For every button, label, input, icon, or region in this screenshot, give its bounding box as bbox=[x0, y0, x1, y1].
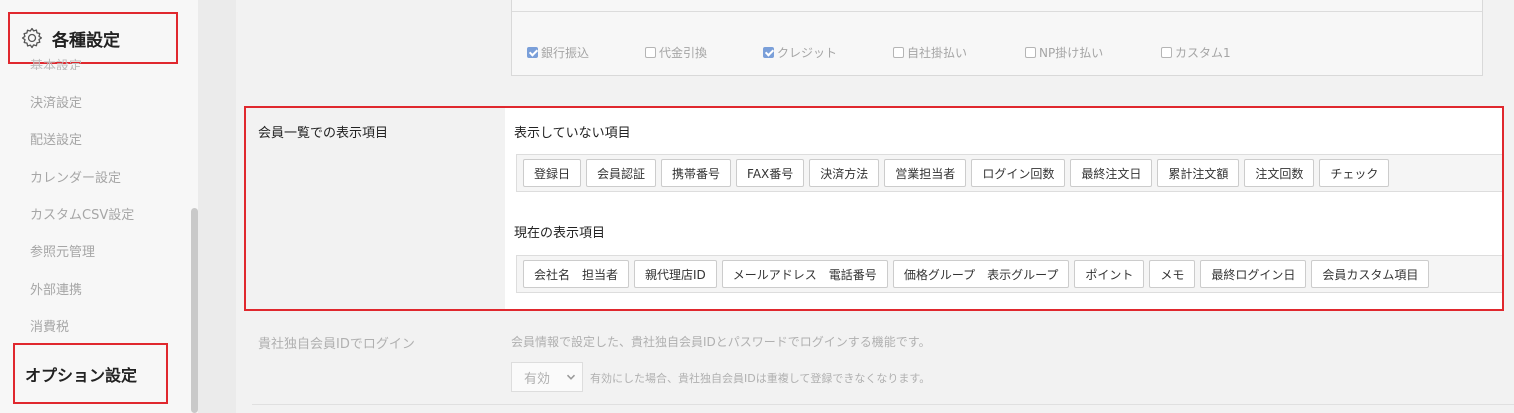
payment-method-checkbox[interactable] bbox=[1025, 47, 1036, 58]
payment-method-option[interactable]: クレジット bbox=[763, 44, 837, 61]
custom-id-login-description: 会員情報で設定した、貴社独自会員IDとパスワードでログインする機能です。 bbox=[511, 335, 931, 349]
payment-method-option[interactable]: 銀行振込 bbox=[527, 44, 589, 61]
hidden-item-tag[interactable]: 累計注文額 bbox=[1157, 159, 1240, 187]
sidebar-item[interactable]: 配送設定 bbox=[30, 129, 82, 148]
hidden-item-tag[interactable]: 携帯番号 bbox=[661, 159, 732, 187]
shown-item-tag[interactable]: 会員カスタム項目 bbox=[1311, 260, 1430, 288]
hidden-items-title: 表示していない項目 bbox=[514, 126, 631, 141]
settings-section-title: 各種設定 bbox=[52, 30, 120, 51]
divider bbox=[512, 11, 1482, 12]
sidebar: 各種設定 基本設定 決済設定配送設定カレンダー設定 カスタムCSV設定 参照元管理外… bbox=[0, 0, 198, 413]
shown-items-box: 会社名 担当者 親代理店ID メールアドレス 電話番号 価格グループ 表示グループ ポイ… bbox=[516, 255, 1502, 293]
hidden-items-box: 登録日 会員認証 携帯番号 FAX番号 決済方法 営業担当者 ログイン回数 最終注文日 累計注文… bbox=[516, 154, 1502, 192]
sidebar-item[interactable]: 外部連携 bbox=[30, 279, 82, 298]
shown-items-title: 現在の表示項目 bbox=[514, 226, 606, 241]
shown-item-tag[interactable]: ポイント bbox=[1074, 260, 1145, 288]
divider bbox=[252, 404, 1514, 405]
payment-method-option[interactable]: 代金引換 bbox=[645, 44, 707, 61]
shown-item-tag[interactable]: メモ bbox=[1149, 260, 1196, 288]
shown-item-tag[interactable]: メールアドレス 電話番号 bbox=[721, 260, 888, 288]
option-settings-header[interactable]: オプション設定 bbox=[13, 343, 168, 404]
payment-method-option[interactable]: 自社掛払い bbox=[893, 44, 967, 61]
shown-item-tag[interactable]: 最終ログイン日 bbox=[1200, 260, 1307, 288]
custom-id-login-note: 有効にした場合、貴社独自会員IDは重複して登録できなくなります。 bbox=[590, 372, 931, 385]
payment-methods-box bbox=[511, 0, 1483, 76]
sidebar-item[interactable]: 参照元管理 bbox=[30, 241, 95, 260]
shown-item-tag[interactable]: 価格グループ 表示グループ bbox=[892, 260, 1070, 288]
sidebar-scrollbar[interactable] bbox=[191, 208, 198, 413]
sidebar-item-basic[interactable]: 基本設定 bbox=[30, 56, 82, 70]
payment-method-label: NP掛け払い bbox=[1039, 46, 1104, 60]
sidebar-item[interactable]: カスタムCSV設定 bbox=[30, 204, 134, 223]
custom-id-login-select[interactable]: 有効 bbox=[511, 362, 583, 392]
hidden-item-tag[interactable]: 決済方法 bbox=[809, 159, 880, 187]
payment-method-checkbox[interactable] bbox=[1161, 47, 1172, 58]
hidden-item-tag[interactable]: チェック bbox=[1319, 159, 1390, 187]
shown-item-tag[interactable]: 親代理店ID bbox=[634, 260, 717, 288]
payment-method-label: 代金引換 bbox=[659, 46, 708, 60]
hidden-item-tag[interactable]: FAX番号 bbox=[736, 159, 805, 187]
content-gutter bbox=[198, 0, 236, 413]
member-list-settings: 表示していない項目 登録日 会員認証 携帯番号 FAX番号 決済方法 営業担当者 ログイン回… bbox=[505, 108, 1502, 309]
sidebar-item[interactable]: 消費税 bbox=[30, 316, 69, 335]
payment-method-label: 銀行振込 bbox=[541, 46, 590, 60]
payment-method-label: 自社掛払い bbox=[907, 46, 968, 60]
shown-item-tag[interactable]: 会社名 担当者 bbox=[523, 260, 630, 288]
member-list-label: 会員一覧での表示項目 bbox=[258, 126, 389, 141]
custom-id-login-label: 貴社独自会員IDでログイン bbox=[258, 337, 415, 352]
payment-method-option[interactable]: カスタム1 bbox=[1161, 44, 1231, 61]
hidden-item-tag[interactable]: 登録日 bbox=[523, 159, 582, 187]
payment-method-checkbox[interactable] bbox=[645, 47, 656, 58]
hidden-item-tag[interactable]: ログイン回数 bbox=[971, 159, 1066, 187]
payment-method-label: カスタム1 bbox=[1175, 46, 1231, 60]
hidden-item-tag[interactable]: 注文回数 bbox=[1244, 159, 1315, 187]
member-list-display-section: 会員一覧での表示項目 表示していない項目 登録日 会員認証 携帯番号 FAX番号 決済方… bbox=[244, 106, 1504, 311]
gear-icon bbox=[21, 27, 43, 49]
payment-method-checkbox[interactable] bbox=[763, 47, 774, 58]
payment-method-checkbox[interactable] bbox=[527, 47, 538, 58]
hidden-item-tag[interactable]: 営業担当者 bbox=[884, 159, 967, 187]
payment-method-checkbox[interactable] bbox=[893, 47, 904, 58]
sidebar-item[interactable]: カレンダー設定 bbox=[30, 167, 121, 186]
payment-method-label: クレジット bbox=[777, 46, 838, 60]
payment-method-option[interactable]: NP掛け払い bbox=[1025, 44, 1103, 61]
select-value: 有効 bbox=[524, 371, 551, 387]
chevron-down-icon bbox=[566, 374, 576, 380]
sidebar-item[interactable]: 決済設定 bbox=[30, 92, 82, 111]
hidden-item-tag[interactable]: 会員認証 bbox=[586, 159, 657, 187]
hidden-item-tag[interactable]: 最終注文日 bbox=[1070, 159, 1153, 187]
